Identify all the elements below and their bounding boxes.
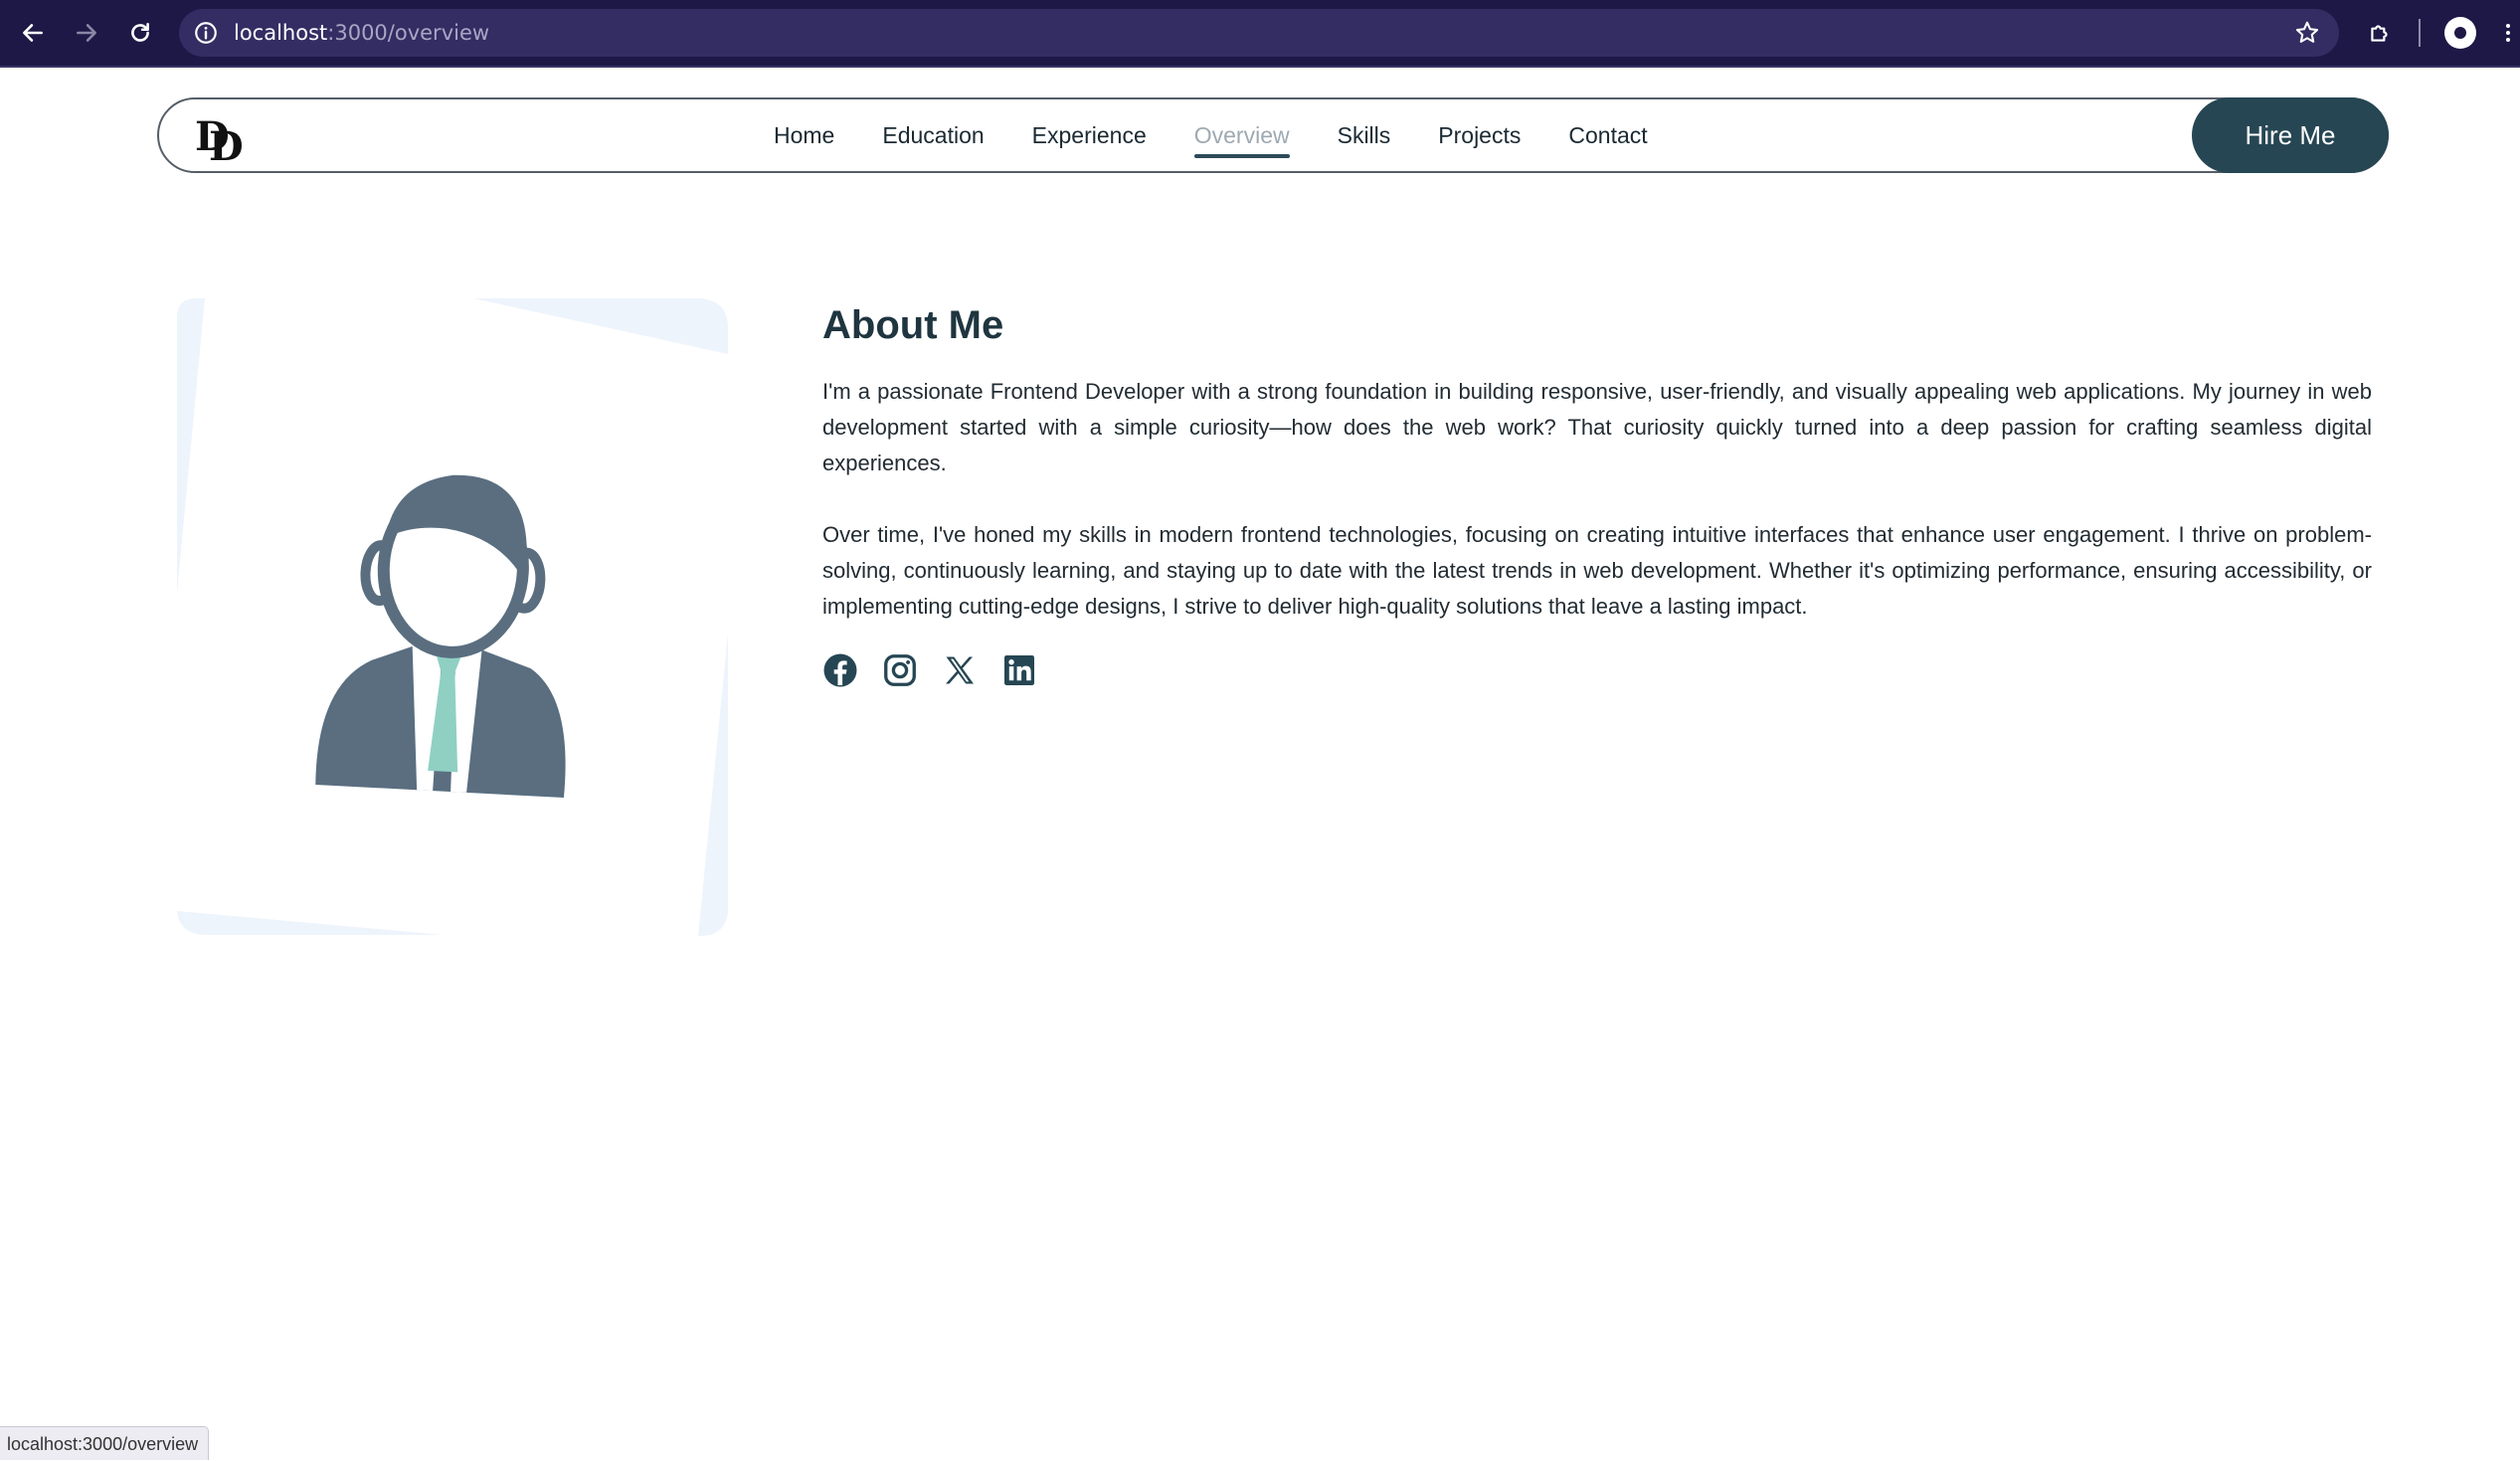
about-paragraph-1: I'm a passionate Frontend Developer with…: [822, 379, 2372, 475]
profile-avatar-icon[interactable]: [2444, 17, 2476, 49]
about-paragraph-2: Over time, I've honed my skills in moder…: [822, 522, 2372, 619]
status-url-bubble: localhost:3000/overview: [0, 1426, 210, 1460]
address-bar[interactable]: localhost:3000/overview: [179, 9, 2339, 57]
x-twitter-link[interactable]: [942, 652, 978, 688]
nav-link-contact[interactable]: Contact: [1568, 120, 1647, 150]
puzzle-icon: [2371, 25, 2388, 42]
nav-link-overview[interactable]: Overview: [1193, 120, 1290, 158]
toolbar-divider: [2419, 19, 2421, 47]
site-logo[interactable]: D D: [195, 113, 244, 170]
logo-letter-2: D: [209, 123, 244, 170]
profile-frame: [177, 298, 728, 936]
about-heading: About Me: [822, 303, 1004, 347]
instagram-icon: [884, 654, 916, 686]
arrow-right-icon: [77, 24, 96, 42]
forward-button[interactable]: [70, 16, 103, 50]
extensions-button[interactable]: [2363, 16, 2397, 50]
kebab-menu-icon: [2506, 24, 2510, 42]
browser-toolbar: localhost:3000/overview: [0, 0, 2520, 68]
info-icon[interactable]: [193, 20, 219, 46]
person-avatar-icon: [315, 474, 566, 799]
reload-button[interactable]: [123, 16, 157, 50]
linkedin-link[interactable]: [1001, 652, 1037, 688]
url-host: localhost: [234, 21, 328, 45]
back-button[interactable]: [16, 16, 50, 50]
nav-link-home[interactable]: Home: [774, 120, 834, 150]
reload-icon: [131, 23, 149, 42]
about-section: About Me I'm a passionate Frontend Devel…: [822, 296, 2372, 688]
facebook-icon: [823, 653, 857, 687]
browser-menu-button[interactable]: [2496, 16, 2520, 50]
nav-link-projects[interactable]: Projects: [1438, 120, 1521, 150]
linkedin-icon: [1004, 655, 1034, 685]
nav-link-education[interactable]: Education: [882, 120, 984, 150]
nav-link-skills[interactable]: Skills: [1338, 120, 1391, 150]
x-twitter-icon: [946, 656, 974, 684]
profile-card: [175, 294, 730, 937]
nav-link-experience[interactable]: Experience: [1032, 120, 1147, 150]
hire-me-button[interactable]: Hire Me: [2192, 97, 2389, 173]
social-links: [822, 652, 2372, 688]
nav-links: Home Education Experience Overview Skill…: [774, 99, 1696, 171]
arrow-left-icon: [23, 24, 43, 42]
site-navbar: D D Home Education Experience Overview S…: [157, 97, 2389, 173]
facebook-link[interactable]: [822, 652, 858, 688]
address-url[interactable]: localhost:3000/overview: [234, 19, 489, 47]
url-path: :3000/overview: [327, 21, 490, 45]
instagram-link[interactable]: [882, 652, 918, 688]
star-icon[interactable]: [2293, 19, 2321, 47]
